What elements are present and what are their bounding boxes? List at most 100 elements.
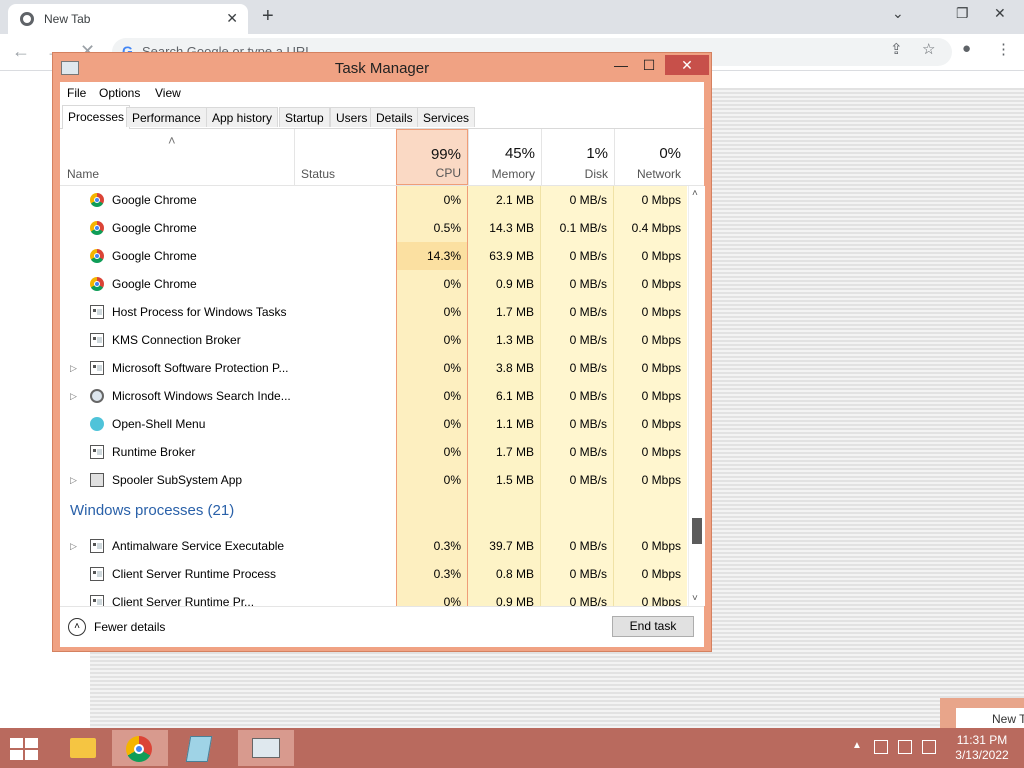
taskbar-file-explorer[interactable] <box>54 730 110 766</box>
table-row[interactable]: ▷ Microsoft Windows Search Inde... 0% 6.1 M… <box>60 382 688 410</box>
fewer-details-link[interactable]: Fewer details <box>94 620 165 634</box>
table-row[interactable]: KMS Connection Broker 0% 1.3 MB 0 MB/s 0 Mbp… <box>60 326 688 354</box>
scroll-up-arrow-icon[interactable]: ˄ <box>692 188 698 199</box>
tab-app-history[interactable]: App history <box>206 107 279 127</box>
tray-overflow-icon[interactable]: ▲ <box>852 740 862 751</box>
disk-value: 0 MB/s <box>541 560 614 588</box>
column-header-status[interactable]: Status <box>294 129 396 185</box>
browser-close-icon[interactable]: ✕ <box>994 4 1006 22</box>
browser-restore-icon[interactable]: ❐ <box>956 4 969 22</box>
folder-icon <box>70 738 96 758</box>
network-value: 0 Mbps <box>614 588 687 606</box>
network-value: 0 Mbps <box>614 382 687 410</box>
table-row[interactable]: ▷ Antimalware Service Executable 0.3% 39.7 … <box>60 532 688 560</box>
expand-arrow-icon[interactable]: ▷ <box>70 354 77 382</box>
start-logo-pane <box>25 738 38 748</box>
taskbar-thumbnail-preview[interactable]: New T <box>940 698 1024 728</box>
maximize-button[interactable]: ☐ <box>635 55 663 75</box>
tab-users[interactable]: Users <box>330 107 374 127</box>
process-name: Google Chrome <box>112 249 197 263</box>
table-row[interactable]: Open-Shell Menu 0% 1.1 MB 0 MB/s 0 Mbps <box>60 410 688 438</box>
share-icon[interactable]: ⇪ <box>890 40 903 58</box>
column-header-cpu[interactable]: 99% CPU <box>396 129 468 185</box>
memory-value: 0.8 MB <box>468 560 541 588</box>
cpu-value: 0.5% <box>396 214 468 242</box>
memory-value: 63.9 MB <box>468 242 541 270</box>
new-tab-button[interactable]: + <box>262 5 274 27</box>
browser-tab-new-tab[interactable]: New Tab ✕ <box>8 4 248 34</box>
vertical-scrollbar[interactable]: ˄ ˅ <box>688 186 705 606</box>
column-header-name[interactable]: ˄ Name <box>60 129 292 185</box>
disk-value: 0 MB/s <box>541 326 614 354</box>
menu-file[interactable]: File <box>67 86 86 100</box>
close-button[interactable]: ✕ <box>665 55 709 75</box>
table-row[interactable]: ▷ Microsoft Software Protection P... 0% 3.8… <box>60 354 688 382</box>
tab-strip: Processes Performance App history Startu… <box>60 104 704 129</box>
browser-tab-close-icon[interactable]: ✕ <box>226 10 238 27</box>
taskbar-task-manager[interactable] <box>238 730 294 766</box>
group-header-windows-processes[interactable]: Windows processes (21) <box>60 494 688 532</box>
table-row[interactable]: Google Chrome 0% 0.9 MB 0 MB/s 0 Mbps <box>60 270 688 298</box>
table-row[interactable]: Client Server Runtime Pr... 0% 0.9 MB 0 MB/… <box>60 588 688 606</box>
table-row[interactable]: Google Chrome 0% 2.1 MB 0 MB/s 0 Mbps <box>60 186 688 214</box>
group-cell-background <box>541 494 614 532</box>
cpu-value: 0% <box>396 588 468 606</box>
cpu-value: 0% <box>396 410 468 438</box>
task-manager-titlebar[interactable]: Task Manager — ☐ ✕ <box>53 53 711 83</box>
group-cell-background <box>614 494 687 532</box>
cpu-value: 0.3% <box>396 560 468 588</box>
menu-view[interactable]: View <box>155 86 181 100</box>
memory-value: 1.3 MB <box>468 326 541 354</box>
column-network-label: Network <box>636 167 681 181</box>
scroll-thumb[interactable] <box>692 518 702 544</box>
taskbar-notepad[interactable] <box>172 730 228 766</box>
menu-options[interactable]: Options <box>99 86 140 100</box>
table-row[interactable]: Client Server Runtime Process 0.3% 0.8 MB 0… <box>60 560 688 588</box>
disk-value: 0 MB/s <box>541 588 614 606</box>
minimize-button[interactable]: — <box>607 55 635 75</box>
table-row[interactable]: Google Chrome 14.3% 63.9 MB 0 MB/s 0 Mbps <box>60 242 688 270</box>
tab-services[interactable]: Services <box>417 107 476 127</box>
profile-avatar-icon[interactable]: ● <box>962 40 971 57</box>
tab-performance[interactable]: Performance <box>126 107 207 127</box>
action-center-flag-icon[interactable] <box>874 740 888 754</box>
memory-value: 0.9 MB <box>468 588 541 606</box>
cpu-value: 0% <box>396 466 468 494</box>
column-header-memory[interactable]: 45% Memory <box>468 129 541 185</box>
column-status-label: Status <box>301 167 336 181</box>
scroll-down-arrow-icon[interactable]: ˅ <box>692 593 698 604</box>
table-row[interactable]: Host Process for Windows Tasks 0% 1.7 MB 0 … <box>60 298 688 326</box>
bookmark-star-icon[interactable]: ☆ <box>922 40 935 58</box>
group-cell-background <box>468 494 541 532</box>
column-header-network[interactable]: 0% Network <box>614 129 687 185</box>
table-row[interactable]: ▷ Spooler SubSystem App 0% 1.5 MB 0 MB/s 0 Mb… <box>60 466 688 494</box>
start-button[interactable] <box>10 738 38 760</box>
end-task-button[interactable]: End task <box>612 616 694 637</box>
table-row[interactable]: Google Chrome 0.5% 14.3 MB 0.1 MB/s 0.4 Mbps <box>60 214 688 242</box>
process-name: Open-Shell Menu <box>112 417 206 431</box>
expand-arrow-icon[interactable]: ▷ <box>70 466 77 494</box>
taskbar-chrome[interactable] <box>112 730 168 766</box>
disk-value: 0 MB/s <box>541 382 614 410</box>
shell-icon <box>90 417 104 431</box>
cpu-value: 0% <box>396 298 468 326</box>
tab-startup[interactable]: Startup <box>279 107 330 127</box>
expand-arrow-icon[interactable]: ▷ <box>70 532 77 560</box>
tab-processes[interactable]: Processes <box>62 105 131 129</box>
windows-taskbar: ▲ 11:31 PM 3/13/2022 <box>0 728 1024 768</box>
back-arrow-icon[interactable]: ← <box>12 42 30 60</box>
memory-value: 1.7 MB <box>468 438 541 466</box>
browser-menu-icon[interactable]: ⋮ <box>996 40 1011 58</box>
column-header-disk[interactable]: 1% Disk <box>541 129 614 185</box>
expand-arrow-icon[interactable]: ▷ <box>70 382 77 410</box>
volume-muted-icon[interactable] <box>922 740 936 754</box>
tab-search-chevron-icon[interactable]: ⌄ <box>892 4 904 22</box>
disk-value: 0 MB/s <box>541 270 614 298</box>
system-clock[interactable]: 11:31 PM 3/13/2022 <box>950 733 1014 763</box>
network-icon[interactable] <box>898 740 912 754</box>
table-row[interactable]: Runtime Broker 0% 1.7 MB 0 MB/s 0 Mbps <box>60 438 688 466</box>
chevron-up-circle-icon[interactable]: ˄ <box>68 618 86 636</box>
tab-details[interactable]: Details <box>370 107 419 127</box>
disk-value: 0.1 MB/s <box>541 214 614 242</box>
cpu-total-percent: 99% <box>430 146 461 163</box>
